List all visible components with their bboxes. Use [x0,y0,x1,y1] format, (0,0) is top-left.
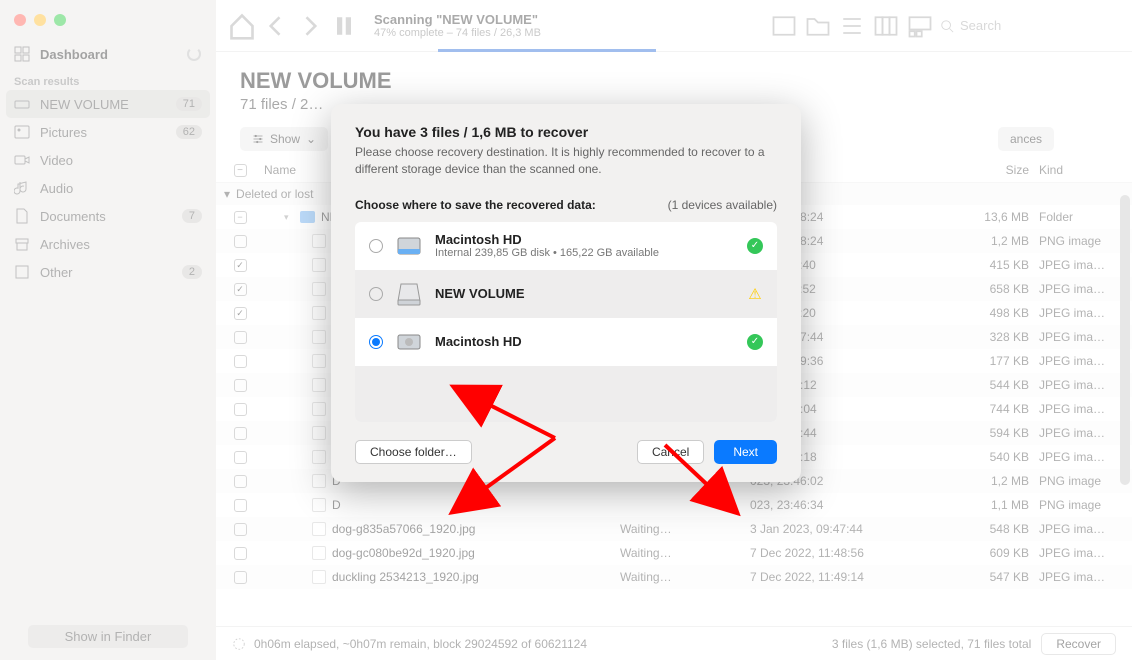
destination-title: Macintosh HD [435,232,735,247]
modal-footer: Choose folder… Cancel Next [355,440,777,464]
external-drive-icon [395,280,423,308]
check-icon: ✓ [747,334,763,350]
destination-option-macintosh-hd[interactable]: Macintosh HD ✓ [355,318,777,366]
destination-list: Macintosh HD Internal 239,85 GB disk • 1… [355,222,777,422]
hard-drive-icon [395,232,423,260]
choose-folder-button[interactable]: Choose folder… [355,440,472,464]
modal-title: You have 3 files / 1,6 MB to recover [355,124,777,140]
radio-button[interactable] [369,287,383,301]
modal-description: Please choose recovery destination. It i… [355,144,777,178]
choose-label: Choose where to save the recovered data: [355,198,596,212]
destination-option-new-volume[interactable]: NEW VOLUME ⚠ [355,270,777,318]
hard-drive-icon [395,328,423,356]
radio-button-selected[interactable] [369,335,383,349]
warning-icon: ⚠ [747,286,763,302]
check-icon: ✓ [747,238,763,254]
destination-option-macintosh-hd-internal[interactable]: Macintosh HD Internal 239,85 GB disk • 1… [355,222,777,270]
next-button[interactable]: Next [714,440,777,464]
destination-empty-slot [355,366,777,422]
destination-title: NEW VOLUME [435,286,735,301]
cancel-button[interactable]: Cancel [637,440,704,464]
devices-available: (1 devices available) [668,198,777,212]
radio-button[interactable] [369,239,383,253]
modal-overlay: You have 3 files / 1,6 MB to recover Ple… [0,0,1132,660]
destination-title: Macintosh HD [435,334,735,349]
destination-subtitle: Internal 239,85 GB disk • 165,22 GB avai… [435,247,735,259]
recovery-destination-modal: You have 3 files / 1,6 MB to recover Ple… [331,104,801,482]
